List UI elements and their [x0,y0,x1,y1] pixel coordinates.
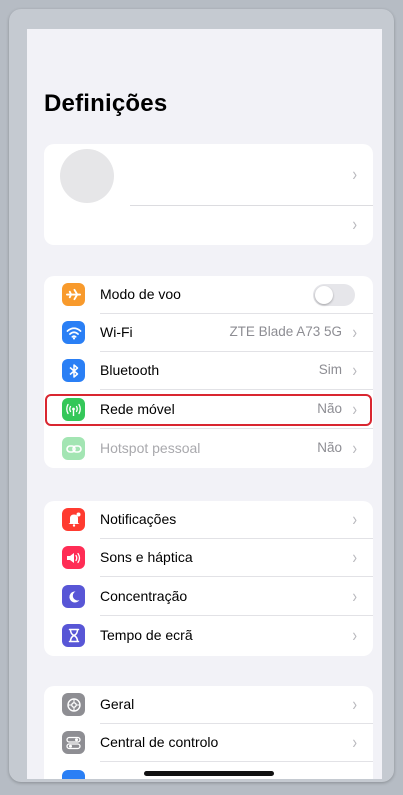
settings-screen: Definições › › Modo de voo Wi-Fi ZTE Bla… [27,29,389,779]
row-label: Central de controlo [100,734,219,750]
display-icon [62,770,85,779]
row-label: Concentração [100,588,188,604]
wifi-icon [62,321,85,344]
row-notifications[interactable]: Notificações › [44,501,373,539]
divider [130,205,373,206]
row-airplane-mode[interactable]: Modo de voo [44,276,373,314]
divider [100,615,373,616]
airplane-mode-toggle[interactable] [313,284,355,306]
row-label: Sons e háptica [100,549,193,565]
general-group: Geral › Central de controlo › [44,686,373,779]
chevron-right-icon: › [352,213,357,235]
row-label: Hotspot pessoal [100,440,201,456]
row-label: Notificações [100,511,177,527]
airplane-icon [62,283,85,306]
apple-account-row[interactable]: › [44,144,373,204]
chevron-right-icon: › [352,624,357,646]
hotspot-value: Não [317,440,342,455]
hourglass-icon [62,624,85,647]
row-general[interactable]: Geral › [44,686,373,724]
row-bluetooth[interactable]: Bluetooth Sim › [44,352,373,390]
row-screen-time[interactable]: Tempo de ecrã › [44,617,373,655]
switches-icon [62,731,85,754]
chevron-right-icon: › [352,585,357,607]
chevron-right-icon: › [352,508,357,530]
chevron-right-icon: › [352,437,357,459]
row-sounds-haptics[interactable]: Sons e háptica › [44,539,373,577]
speaker-icon [62,546,85,569]
account-card: › › [44,144,373,245]
chevron-right-icon: › [352,731,357,753]
account-secondary-row[interactable]: › [44,207,373,242]
divider [100,428,373,429]
row-control-center[interactable]: Central de controlo › [44,724,373,762]
hotspot-icon [62,437,85,460]
row-focus[interactable]: Concentração › [44,578,373,616]
row-label: Wi-Fi [100,324,133,340]
bluetooth-icon [62,359,85,382]
chevron-right-icon: › [352,321,357,343]
notifications-group: Notificações › Sons e háptica › Concentr… [44,501,373,656]
row-label: Modo de voo [100,286,181,302]
row-label: Tempo de ecrã [100,627,193,643]
chevron-right-icon: › [352,546,357,568]
chevron-right-icon: › [352,359,357,381]
chevron-right-icon: › [352,163,357,185]
connectivity-group: Modo de voo Wi-Fi ZTE Blade A73 5G › Blu… [44,276,373,468]
highlight-box [45,394,372,426]
avatar [60,149,114,203]
divider [100,761,373,762]
bluetooth-value: Sim [318,362,342,377]
home-indicator[interactable] [144,771,274,776]
bell-icon [62,508,85,531]
row-wifi[interactable]: Wi-Fi ZTE Blade A73 5G › [44,314,373,352]
row-personal-hotspot[interactable]: Hotspot pessoal Não › [44,430,373,468]
wifi-network-value: ZTE Blade A73 5G [229,324,342,339]
page-title: Definições [44,90,168,117]
gear-icon [62,693,85,716]
moon-icon [62,585,85,608]
divider [100,389,373,390]
divider [100,576,373,577]
chevron-right-icon: › [352,693,357,715]
row-label: Bluetooth [100,362,160,378]
row-label: Geral [100,696,135,712]
toggle-knob [315,286,333,304]
